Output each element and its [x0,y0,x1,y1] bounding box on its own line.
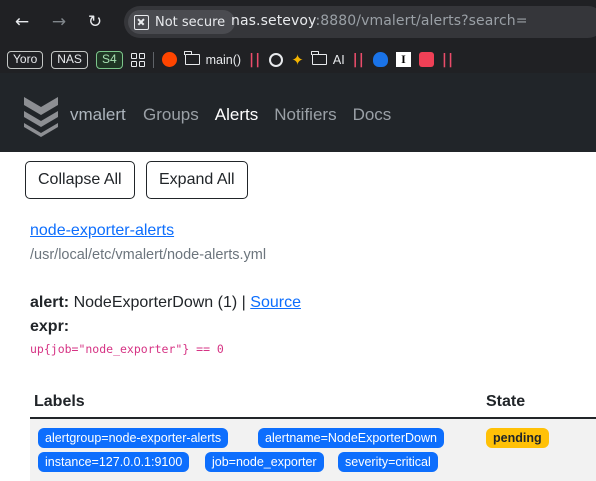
label-badge: alertgroup=node-exporter-alerts [38,428,229,448]
label-badge: alertname=NodeExporterDown [258,428,444,448]
alerts-table-header: Labels State [30,391,596,419]
nav-alerts[interactable]: Alerts [215,105,258,125]
url-text[interactable]: nas.setevoy:8880/vmalert/alerts?search= [231,13,528,29]
group-name-link[interactable]: node-exporter-alerts [30,222,174,240]
brand-name[interactable]: vmalert [70,105,126,125]
address-bar[interactable]: Not secure nas.setevoy:8880/vmalert/aler… [124,6,596,38]
state-header: State [486,393,526,410]
expand-all-button[interactable]: Expand All [146,161,248,199]
bookmark-s4[interactable]: S4 [95,50,123,69]
pocket-icon[interactable] [418,52,434,67]
reload-icon[interactable]: ↻ [82,9,108,35]
label-badge: job=node_exporter [205,452,324,472]
main-nav: Groups Alerts Notifiers Docs [143,105,391,125]
source-link[interactable]: Source [250,294,301,311]
bookmark-yoro[interactable]: Yoro [7,50,44,69]
alert-name: NodeExporterDown (1) | [73,294,246,311]
state-badge: pending [486,428,549,448]
nav-groups[interactable]: Groups [143,105,199,125]
security-label: Not secure [155,14,226,30]
reddit-icon[interactable] [161,52,177,67]
expr-label: expr: [30,318,70,335]
folder-icon [311,51,327,65]
bookmark-nas[interactable]: NAS [51,50,88,69]
security-chip[interactable]: Not secure [128,10,236,34]
collapse-all-button[interactable]: Collapse All [25,161,135,199]
openai-icon[interactable] [269,52,284,67]
folder-icon [184,51,200,65]
bookmark-main[interactable]: main() [184,51,241,67]
bookmark-pipes-3[interactable]: || [442,52,454,68]
label-badge: severity=critical [338,452,438,472]
apps-grid-icon[interactable] [130,52,145,67]
gemini-icon[interactable]: ✦ [291,51,304,69]
alert-expression: up{job="node_exporter"} == 0 [30,342,224,356]
bookmark-separator [152,51,154,68]
group-file-path: /usr/local/etc/vmalert/node-alerts.yml [30,247,267,263]
browser-chrome: ← → ↻ Not secure nas.setevoy:8880/vmaler… [0,0,596,73]
nav-docs[interactable]: Docs [353,105,392,125]
victoriametrics-logo-icon[interactable] [22,93,60,137]
forward-arrow-icon[interactable]: → [46,9,72,35]
labels-header: Labels [34,393,85,410]
bookmarks-bar: Yoro NAS S4 main() || ✦ AI || I || [0,46,596,73]
app-header: vmalert Groups Alerts Notifiers Docs [0,73,596,152]
table-row[interactable]: alertgroup=node-exporter-alerts alertnam… [30,419,596,481]
bookmark-pipes-1[interactable]: || [249,52,261,68]
nav-notifiers[interactable]: Notifiers [274,105,336,125]
label-badge: instance=127.0.0.1:9100 [38,452,190,472]
bookmark-pipes-2[interactable]: || [353,52,365,68]
not-secure-icon [134,14,149,30]
alert-label: alert: [30,294,70,311]
alert-title: alert: NodeExporterDown (1) | Source [30,294,301,312]
bookmark-ai[interactable]: AI [311,51,345,67]
back-arrow-icon[interactable]: ← [9,9,35,35]
instapaper-icon[interactable]: I [395,52,411,67]
cloud-icon[interactable] [372,52,388,67]
